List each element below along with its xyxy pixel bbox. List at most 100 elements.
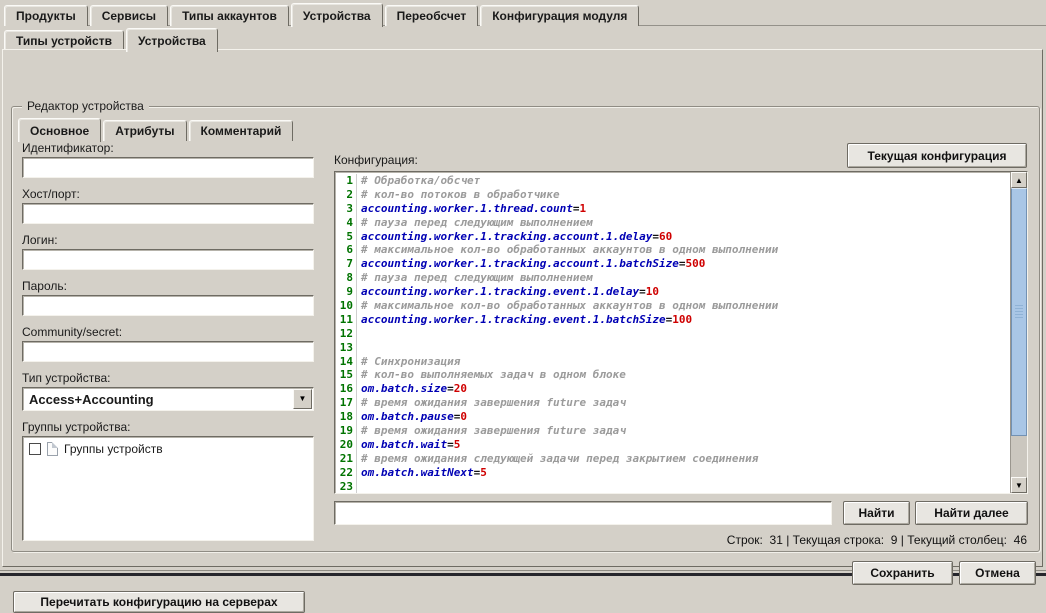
comment-text: # время ожидания завершения future задач — [361, 424, 626, 437]
comment-text: # Синхронизация — [361, 355, 460, 368]
community-secret-label: Community/secret: — [22, 325, 314, 338]
comment-text: # Обработка/обсчет — [361, 174, 480, 187]
host-port-label: Хост/порт: — [22, 187, 314, 200]
comment-text: # кол-во выполняемых задач в одном блоке — [361, 368, 626, 381]
line-content: # Синхронизация — [357, 355, 460, 369]
vertical-scrollbar[interactable]: ▲ ▼ — [1010, 172, 1027, 493]
code-line: 21# время ожидания следующей задачи пере… — [335, 452, 1010, 466]
config-editor[interactable]: 1 # Обработка/обсчет 2 # кол-во потоков в о… — [334, 171, 1028, 494]
line-number: 10 — [335, 299, 357, 313]
line-content: # пауза перед следующим выполнением — [357, 271, 593, 285]
line-content: accounting.worker.1.tracking.event.1.bat… — [357, 313, 692, 327]
code-line: 13 — [335, 341, 1010, 355]
line-number: 6 — [335, 243, 357, 257]
current-config-button[interactable]: Текущая конфигурация — [847, 143, 1027, 168]
devices-tab-panel: Редактор устройства ОсновноеАтрибутыКомм… — [2, 49, 1043, 567]
subtab-devices[interactable]: Устройства — [126, 28, 218, 52]
identifier-field[interactable] — [22, 157, 314, 178]
line-content: om.batch.wait=5 — [357, 438, 460, 452]
code-line: 15 # кол-во выполняемых задач в одном бло… — [335, 368, 1010, 382]
line-number: 3 — [335, 202, 357, 216]
line-content: # максимальное кол-во обработанных аккау… — [357, 299, 778, 313]
line-content: # время ожидания следующей задачи перед … — [357, 452, 758, 466]
chevron-down-icon[interactable]: ▼ — [293, 389, 312, 409]
community-secret-field[interactable] — [22, 341, 314, 362]
tab-recalculation[interactable]: Переобсчет — [385, 5, 479, 26]
tab-account-types[interactable]: Типы аккаунтов — [170, 5, 289, 26]
property-value: 20 — [454, 382, 467, 395]
line-number: 20 — [335, 438, 357, 452]
property-value: 5 — [480, 466, 487, 479]
tab-devices[interactable]: Устройства — [291, 3, 383, 27]
line-number: 22 — [335, 466, 357, 480]
scroll-down-icon[interactable]: ▼ — [1011, 477, 1027, 493]
code-line: 20om.batch.wait=5 — [335, 438, 1010, 452]
scroll-up-icon[interactable]: ▲ — [1011, 172, 1027, 188]
cancel-button[interactable]: Отмена — [959, 561, 1036, 585]
property-value: 10 — [646, 285, 659, 298]
device-groups-tree[interactable]: Группы устройств — [22, 436, 314, 541]
editor-status-bar: Строк: 31 | Текущая строка: 9 | Текущий … — [727, 533, 1027, 547]
property-key: accounting.worker.1.tracking.event.1.bat… — [361, 313, 666, 326]
property-key: om.batch.size — [361, 382, 447, 395]
password-field[interactable] — [22, 295, 314, 316]
code-line: 8# пауза перед следующим выполнением — [335, 271, 1010, 285]
comment-text: # время ожидания завершения future задач — [361, 396, 626, 409]
property-value: 1 — [580, 202, 587, 215]
line-number: 2 — [335, 188, 357, 202]
editor-tab-comment[interactable]: Комментарий — [189, 120, 294, 141]
property-key: accounting.worker.1.tracking.account.1.d… — [361, 230, 652, 243]
search-input[interactable] — [334, 501, 832, 525]
save-button[interactable]: Сохранить — [852, 561, 953, 585]
line-number: 14 — [335, 355, 357, 369]
line-content: # максимальное кол-во обработанных аккау… — [357, 243, 778, 257]
host-port-field[interactable] — [22, 203, 314, 224]
scrollbar-track[interactable] — [1011, 436, 1027, 477]
find-next-button[interactable]: Найти далее — [915, 501, 1028, 525]
comment-text: # время ожидания следующей задачи перед … — [361, 452, 758, 465]
equals-sign: = — [447, 438, 454, 451]
comment-text: # кол-во потоков в обработчике — [361, 188, 560, 201]
equals-sign: = — [447, 382, 454, 395]
comment-text: # максимальное кол-во обработанных аккау… — [361, 243, 778, 256]
config-code-area[interactable]: 1 # Обработка/обсчет 2 # кол-во потоков в о… — [335, 172, 1010, 493]
line-number: 23 — [335, 480, 357, 493]
line-content — [357, 341, 361, 355]
property-value: 500 — [686, 257, 706, 270]
tree-item-device-groups[interactable]: Группы устройств — [25, 440, 311, 457]
code-line: 14 # Синхронизация — [335, 355, 1010, 369]
find-button[interactable]: Найти — [843, 501, 910, 525]
login-field[interactable] — [22, 249, 314, 270]
comment-text: # пауза перед следующим выполнением — [361, 216, 593, 229]
editor-tab-attributes[interactable]: Атрибуты — [103, 120, 186, 141]
code-line: 11accounting.worker.1.tracking.event.1.b… — [335, 313, 1010, 327]
main-tab-bar: ПродуктыСервисыТипы аккаунтовУстройстваП… — [4, 2, 1046, 26]
line-content: om.batch.waitNext=5 — [357, 466, 487, 480]
line-number: 1 — [335, 174, 357, 188]
tab-products[interactable]: Продукты — [4, 5, 88, 26]
password-label: Пароль: — [22, 279, 314, 292]
scrollbar-thumb[interactable] — [1011, 188, 1027, 436]
tab-module-config[interactable]: Конфигурация модуля — [480, 5, 639, 26]
device-type-select[interactable]: Access+Accounting ▼ — [22, 387, 314, 411]
line-number: 15 — [335, 368, 357, 382]
device-editor-groupbox: Редактор устройства ОсновноеАтрибутыКомм… — [11, 106, 1040, 552]
tab-services[interactable]: Сервисы — [90, 5, 168, 26]
line-content — [357, 480, 361, 493]
property-key: accounting.worker.1.tracking.event.1.del… — [361, 285, 639, 298]
line-number: 5 — [335, 230, 357, 244]
login-label: Логин: — [22, 233, 314, 246]
code-line: 18om.batch.pause=0 — [335, 410, 1010, 424]
checkbox-icon[interactable] — [29, 443, 41, 455]
code-line: 3accounting.worker.1.thread.count=1 — [335, 202, 1010, 216]
reread-config-button[interactable]: Перечитать конфигурацию на серверах — [13, 591, 305, 613]
subtab-device-types[interactable]: Типы устройств — [4, 30, 124, 51]
groupbox-title: Редактор устройства — [22, 99, 149, 113]
line-content: om.batch.pause=0 — [357, 410, 467, 424]
property-key: accounting.worker.1.thread.count — [361, 202, 573, 215]
device-type-value: Access+Accounting — [23, 392, 292, 407]
editor-tab-main[interactable]: Основное — [18, 118, 101, 142]
line-number: 7 — [335, 257, 357, 271]
comment-text: # пауза перед следующим выполнением — [361, 271, 593, 284]
line-number: 17 — [335, 396, 357, 410]
